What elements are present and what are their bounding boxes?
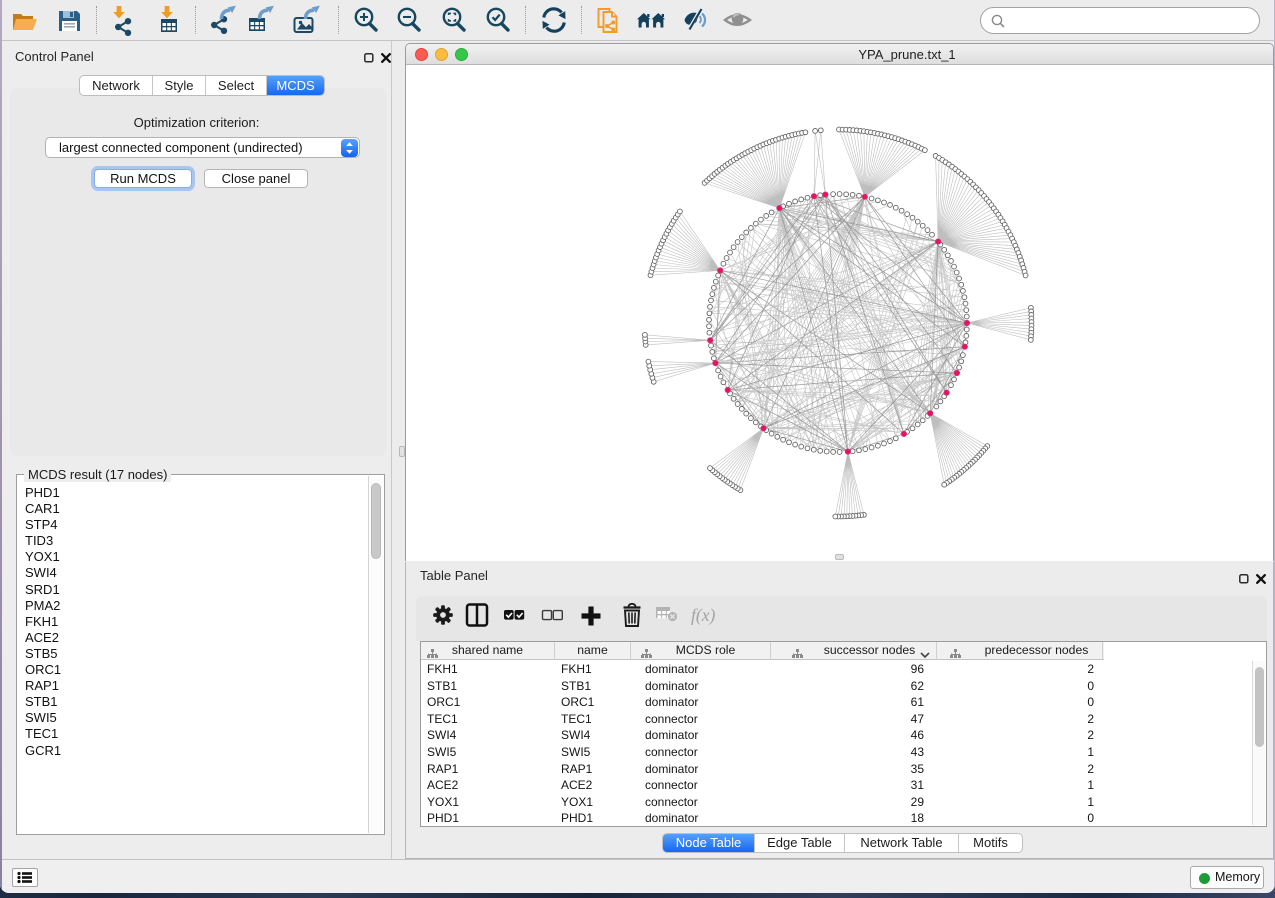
svg-text:f(x): f(x) [691, 605, 715, 625]
